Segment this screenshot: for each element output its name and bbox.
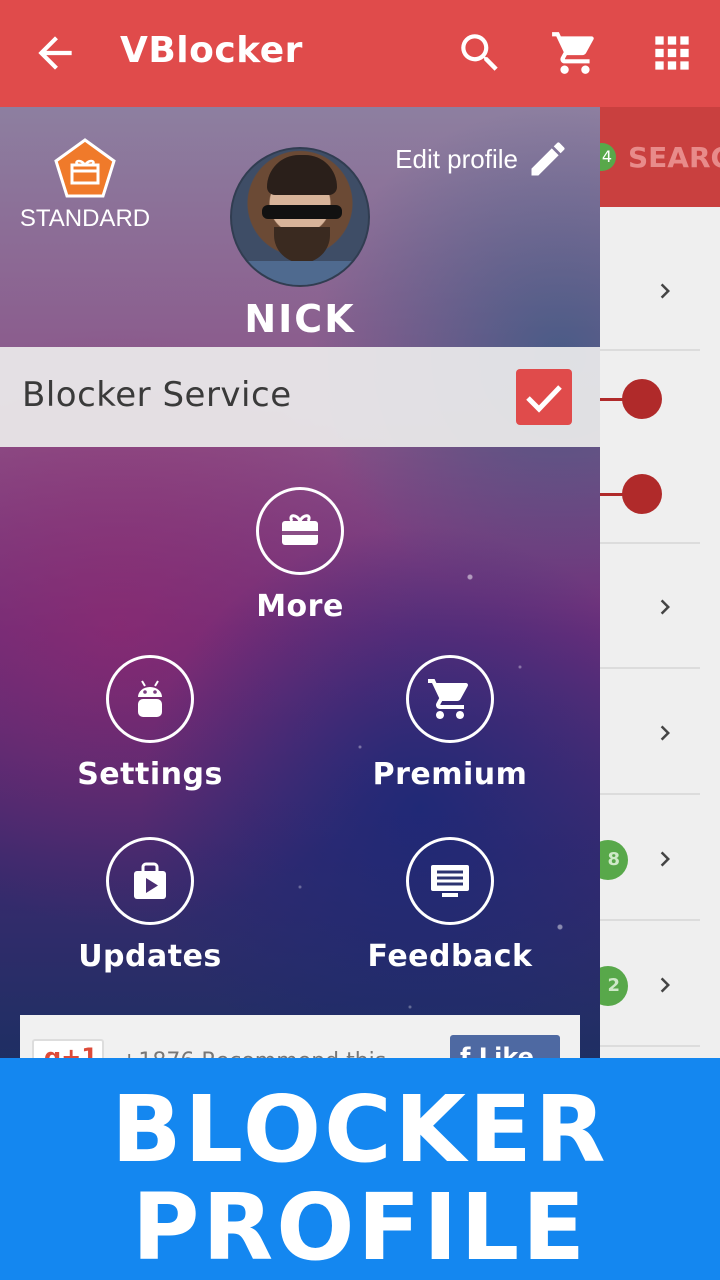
edit-profile-button[interactable]: Edit profile xyxy=(395,137,570,181)
navigation-drawer: STANDARD Edit profile NICK Blocker Servi… xyxy=(0,107,600,1067)
promo-banner: BLOCKER PROFILE xyxy=(0,1058,720,1280)
checkmark-icon xyxy=(526,385,562,413)
grid-menu-icon[interactable] xyxy=(647,28,697,78)
blocker-service-checkbox[interactable] xyxy=(516,369,572,425)
search-count-badge: 4 xyxy=(600,143,616,171)
blocker-service-label: Blocker Service xyxy=(22,375,292,415)
background-search-bar[interactable]: 4 SEARC xyxy=(600,107,720,207)
menu-feedback-label: Feedback xyxy=(367,939,533,974)
chevron-right-icon xyxy=(660,599,670,615)
search-icon[interactable] xyxy=(455,28,505,78)
menu-feedback[interactable]: Feedback xyxy=(300,837,600,974)
menu-updates[interactable]: Updates xyxy=(0,837,300,974)
cart-icon xyxy=(406,655,494,743)
chevron-right-icon xyxy=(660,725,670,741)
gift-pentagon-icon xyxy=(54,138,116,198)
play-store-bag-icon xyxy=(106,837,194,925)
menu-premium[interactable]: Premium xyxy=(300,655,600,792)
pencil-icon xyxy=(531,142,565,176)
chevron-right-icon xyxy=(660,977,670,993)
background-list: 4 SEARC 8 2 xyxy=(600,107,720,1067)
monitor-list-icon xyxy=(406,837,494,925)
avatar[interactable] xyxy=(230,147,370,287)
membership-badge: STANDARD xyxy=(10,137,160,233)
tier-label: STANDARD xyxy=(19,205,151,232)
menu-more-label: More xyxy=(256,589,344,624)
chevron-right-icon xyxy=(660,283,670,299)
banner-line-2: PROFILE xyxy=(131,1174,589,1280)
user-name: NICK xyxy=(244,297,356,341)
app-bar: VBlocker xyxy=(0,0,720,107)
toggle-knob[interactable] xyxy=(622,379,662,419)
menu-updates-label: Updates xyxy=(78,939,222,974)
app-title: VBlocker xyxy=(120,30,303,71)
edit-profile-label: Edit profile xyxy=(395,143,518,174)
android-icon xyxy=(106,655,194,743)
cart-icon[interactable] xyxy=(550,28,600,78)
search-label: SEARC xyxy=(628,141,720,174)
list-item[interactable] xyxy=(600,420,700,544)
menu-more[interactable]: More xyxy=(150,487,450,624)
menu-settings[interactable]: Settings xyxy=(0,655,300,792)
blocker-service-row[interactable]: Blocker Service xyxy=(0,347,600,447)
chevron-right-icon xyxy=(660,851,670,867)
gift-card-icon xyxy=(256,487,344,575)
menu-premium-label: Premium xyxy=(372,757,528,792)
back-arrow-icon[interactable] xyxy=(30,28,80,78)
banner-line-1: BLOCKER xyxy=(111,1076,609,1183)
menu-settings-label: Settings xyxy=(77,757,223,792)
